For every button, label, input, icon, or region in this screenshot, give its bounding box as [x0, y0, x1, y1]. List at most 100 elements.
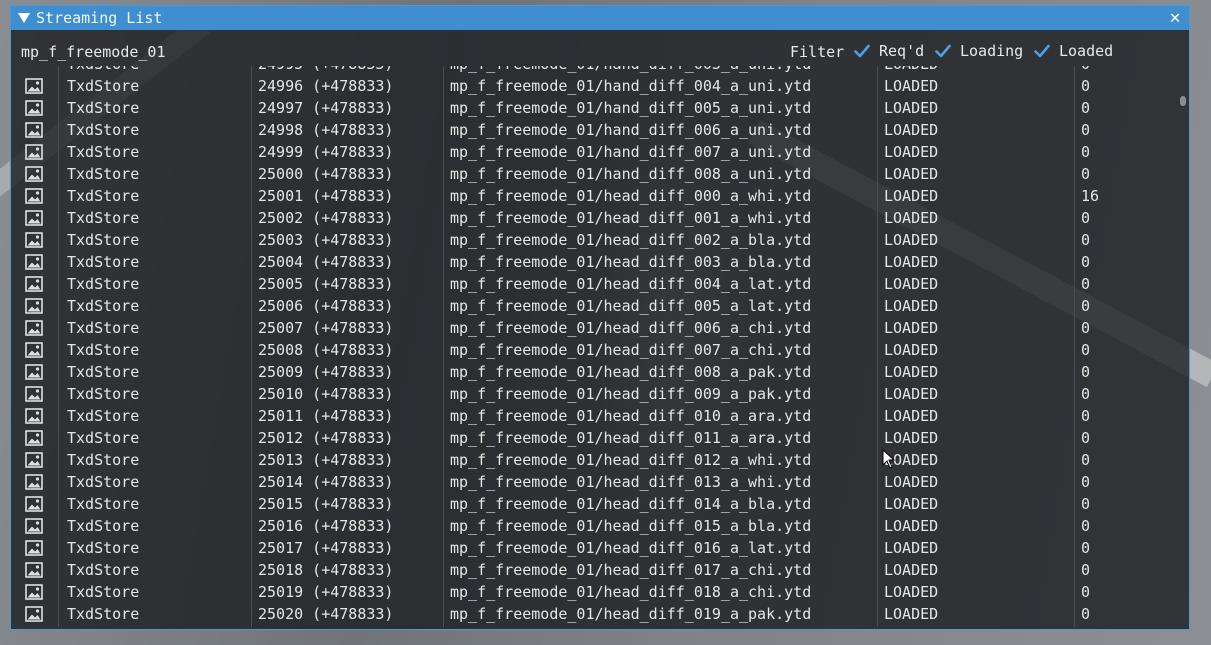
row-name: mp_f_freemode_01/hand_diff_007_a_uni.ytd	[450, 143, 812, 161]
close-icon[interactable]: ✕	[1165, 8, 1185, 28]
table-row[interactable]: TxdStore 24996 (+478833) mp_f_freemode_01/…	[11, 75, 1175, 97]
table-row[interactable]: TxdStore 25000 (+478833) mp_f_freemode_01/…	[11, 163, 1175, 185]
image-icon	[25, 166, 43, 182]
row-type: TxdStore	[67, 319, 140, 337]
table-row[interactable]: TxdStore 25007 (+478833) mp_f_freemode_01/…	[11, 317, 1175, 339]
row-index: 25002 (+478833)	[258, 209, 394, 227]
row-state: LOADED	[884, 385, 939, 403]
image-icon	[25, 78, 43, 94]
row-count: 0	[1081, 495, 1091, 513]
row-type: TxdStore	[67, 605, 140, 623]
table-row[interactable]: TxdStore 25008 (+478833) mp_f_freemode_01/…	[11, 339, 1175, 361]
row-type: TxdStore	[67, 561, 140, 579]
image-icon	[25, 496, 43, 512]
row-name: mp_f_freemode_01/hand_diff_006_a_uni.ytd	[450, 121, 812, 139]
row-index: 25007 (+478833)	[258, 319, 394, 337]
row-count: 0	[1081, 517, 1091, 535]
row-name: mp_f_freemode_01/head_diff_004_a_lat.ytd	[450, 275, 812, 293]
image-icon	[25, 540, 43, 556]
table-row[interactable]: TxdStore 25001 (+478833) mp_f_freemode_01/…	[11, 185, 1175, 207]
row-index: 25015 (+478833)	[258, 495, 394, 513]
row-state: LOADED	[884, 66, 938, 75]
row-type: TxdStore	[67, 121, 140, 139]
table-row[interactable]: TxdStore 25012 (+478833) mp_f_freemode_01/…	[11, 427, 1175, 449]
table-row[interactable]: TxdStore 25014 (+478833) mp_f_freemode_01/…	[11, 471, 1175, 493]
table-row[interactable]: TxdStore 24999 (+478833) mp_f_freemode_01/…	[11, 141, 1175, 163]
row-index: 24996 (+478833)	[258, 77, 394, 95]
scrollbar[interactable]	[1178, 66, 1187, 625]
row-name: mp_f_freemode_01/head_diff_015_a_bla.ytd	[450, 517, 812, 535]
table-row[interactable]: TxdStore 25010 (+478833) mp_f_freemode_01/…	[11, 383, 1175, 405]
row-name: mp_f_freemode_01/head_diff_001_a_whi.ytd	[450, 209, 812, 227]
table-row[interactable]: TxdStore 25013 (+478833) mp_f_freemode_01/…	[11, 449, 1175, 471]
row-type: TxdStore	[67, 495, 140, 513]
filter-loaded-checkbox[interactable]: Loaded	[1034, 40, 1113, 62]
table-row[interactable]: TxdStore 25004 (+478833) mp_f_freemode_01/…	[11, 251, 1175, 273]
image-icon	[25, 298, 43, 314]
table-row[interactable]: TxdStore 25018 (+478833) mp_f_freemode_01/…	[11, 559, 1175, 581]
image-icon	[25, 100, 43, 116]
row-index: 25008 (+478833)	[258, 341, 394, 359]
filter-loading-label: Loading	[960, 42, 1024, 60]
image-icon	[25, 144, 43, 160]
table-row[interactable]: TxdStore 25017 (+478833) mp_f_freemode_01/…	[11, 537, 1175, 559]
filter-loading-checkbox[interactable]: Loading	[935, 40, 1023, 62]
table-row[interactable]: TxdStore 24995 (+478833) mp_f_freemode_0…	[11, 66, 1175, 75]
filter-loaded-label: Loaded	[1059, 42, 1114, 60]
table-row[interactable]: TxdStore 25019 (+478833) mp_f_freemode_01/…	[11, 581, 1175, 603]
window-title-bar[interactable]: Streaming List ✕	[11, 6, 1189, 30]
row-state: LOADED	[884, 495, 939, 513]
row-type: TxdStore	[67, 341, 140, 359]
row-type: TxdStore	[67, 363, 140, 381]
image-icon	[25, 276, 43, 292]
table-row[interactable]: TxdStore 25006 (+478833) mp_f_freemode_01/…	[11, 295, 1175, 317]
table-row[interactable]: TxdStore 25003 (+478833) mp_f_freemode_01/…	[11, 229, 1175, 251]
image-icon	[25, 188, 43, 204]
row-state: LOADED	[884, 77, 939, 95]
row-count: 0	[1081, 407, 1091, 425]
checkmark-icon	[854, 43, 870, 59]
row-type: TxdStore	[67, 275, 140, 293]
table-row[interactable]: TxdStore 25020 (+478833) mp_f_freemode_01/…	[11, 603, 1175, 625]
table-row[interactable]: TxdStore 25009 (+478833) mp_f_freemode_01/…	[11, 361, 1175, 383]
row-count: 0	[1081, 319, 1091, 337]
table-row[interactable]: TxdStore 25011 (+478833) mp_f_freemode_01/…	[11, 405, 1175, 427]
row-index: 25014 (+478833)	[258, 473, 394, 491]
row-name: mp_f_freemode_01/hand_diff_003_a_uni.ytd	[450, 66, 811, 75]
table-row[interactable]: TxdStore 24998 (+478833) mp_f_freemode_01/…	[11, 119, 1175, 141]
row-state: LOADED	[884, 165, 939, 183]
mouse-cursor-icon	[882, 449, 896, 469]
table-row[interactable]: TxdStore 25015 (+478833) mp_f_freemode_01/…	[11, 493, 1175, 515]
row-name: mp_f_freemode_01/head_diff_002_a_bla.ytd	[450, 231, 812, 249]
row-index: 25010 (+478833)	[258, 385, 394, 403]
row-count: 0	[1081, 209, 1091, 227]
row-state: LOADED	[884, 99, 939, 117]
row-count: 0	[1081, 66, 1090, 75]
image-icon	[25, 320, 43, 336]
table-row[interactable]: TxdStore 25016 (+478833) mp_f_freemode_01/…	[11, 515, 1175, 537]
image-icon	[25, 452, 43, 468]
row-name: mp_f_freemode_01/head_diff_007_a_chi.ytd	[450, 341, 812, 359]
model-name: mp_f_freemode_01	[21, 43, 166, 61]
table-row[interactable]: TxdStore 25005 (+478833) mp_f_freemode_01/…	[11, 273, 1175, 295]
streaming-table: TxdStore 24995 (+478833) mp_f_freemode_0…	[11, 66, 1175, 627]
toolbar: mp_f_freemode_01 Filter Req'd Loading Lo…	[11, 30, 1189, 66]
row-index: 25004 (+478833)	[258, 253, 394, 271]
row-type: TxdStore	[67, 231, 140, 249]
checkmark-icon	[1034, 43, 1050, 59]
row-type: TxdStore	[67, 99, 140, 117]
row-count: 0	[1081, 231, 1091, 249]
image-icon	[25, 342, 43, 358]
row-type: TxdStore	[67, 165, 140, 183]
filter-reqd-checkbox[interactable]: Req'd	[854, 40, 924, 62]
image-icon	[25, 122, 43, 138]
row-state: LOADED	[884, 121, 939, 139]
table-row[interactable]: TxdStore 25002 (+478833) mp_f_freemode_01/…	[11, 207, 1175, 229]
table-row[interactable]: TxdStore 24997 (+478833) mp_f_freemode_01/…	[11, 97, 1175, 119]
collapse-arrow-icon[interactable]	[18, 13, 30, 23]
image-icon	[25, 254, 43, 270]
row-name: mp_f_freemode_01/head_diff_012_a_whi.ytd	[450, 451, 812, 469]
scrollbar-thumb[interactable]	[1180, 96, 1186, 106]
row-type: TxdStore	[67, 143, 140, 161]
streaming-list-window: Streaming List ✕ mp_f_freemode_01 Filter…	[10, 5, 1190, 630]
